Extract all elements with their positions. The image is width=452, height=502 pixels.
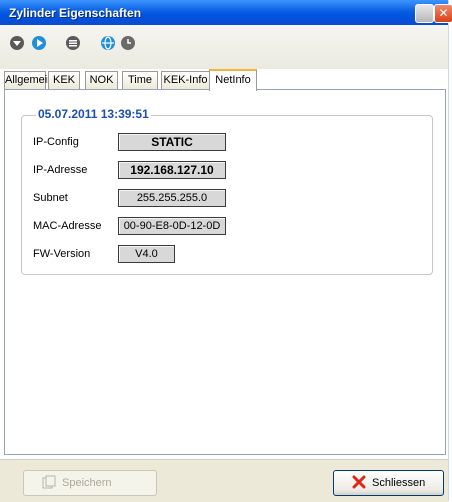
down-arrow-icon[interactable] <box>9 35 25 51</box>
tab-time[interactable]: Time <box>122 71 158 89</box>
fw-version-label: FW-Version <box>33 248 91 260</box>
save-button[interactable]: Speichern <box>23 470 157 496</box>
subnet-label: Subnet <box>33 192 68 204</box>
bottom-bar: Speichern Schliessen <box>0 459 448 502</box>
netinfo-panel: 05.07.2011 13:39:51 IP-Config STATIC IP-… <box>4 89 446 455</box>
list-icon[interactable] <box>65 35 81 51</box>
globe-icon[interactable] <box>100 35 116 51</box>
mac-address-label: MAC-Adresse <box>33 220 102 232</box>
window-title: Zylinder Eigenschaften <box>9 6 142 20</box>
ip-config-label: IP-Config <box>33 136 79 148</box>
tab-kek[interactable]: KEK <box>48 71 80 89</box>
ip-address-label: IP-Adresse <box>33 164 88 176</box>
timestamp: 05.07.2011 13:39:51 <box>36 107 151 121</box>
tab-kek-info[interactable]: KEK-Info <box>161 71 210 89</box>
red-x-icon <box>352 475 366 489</box>
tab-nok[interactable]: NOK <box>85 71 118 89</box>
netinfo-group: 05.07.2011 13:39:51 IP-Config STATIC IP-… <box>21 107 433 275</box>
save-icon <box>42 475 56 489</box>
tab-allgemein[interactable]: Allgemein <box>4 71 53 89</box>
clock-icon[interactable] <box>120 35 136 51</box>
subnet-value: 255.255.255.0 <box>118 189 226 207</box>
mac-address-value: 00-90-E8-0D-12-0D <box>118 217 226 235</box>
properties-window: Zylinder Eigenschaften ✕ Allgemein KEK N… <box>0 0 452 502</box>
toolbar <box>0 25 448 69</box>
close-button-label: Schliessen <box>372 477 426 489</box>
play-icon[interactable] <box>31 35 47 51</box>
fw-version-value: V4.0 <box>118 245 175 263</box>
close-window-button[interactable]: ✕ <box>434 4 452 23</box>
help-button[interactable] <box>415 4 434 23</box>
save-button-label: Speichern <box>62 477 112 489</box>
close-button[interactable]: Schliessen <box>333 470 444 496</box>
ip-config-value: STATIC <box>118 133 226 151</box>
tab-netinfo[interactable]: NetInfo <box>209 69 257 91</box>
title-bar: Zylinder Eigenschaften ✕ <box>0 0 452 25</box>
ip-address-value: 192.168.127.10 <box>118 161 226 179</box>
